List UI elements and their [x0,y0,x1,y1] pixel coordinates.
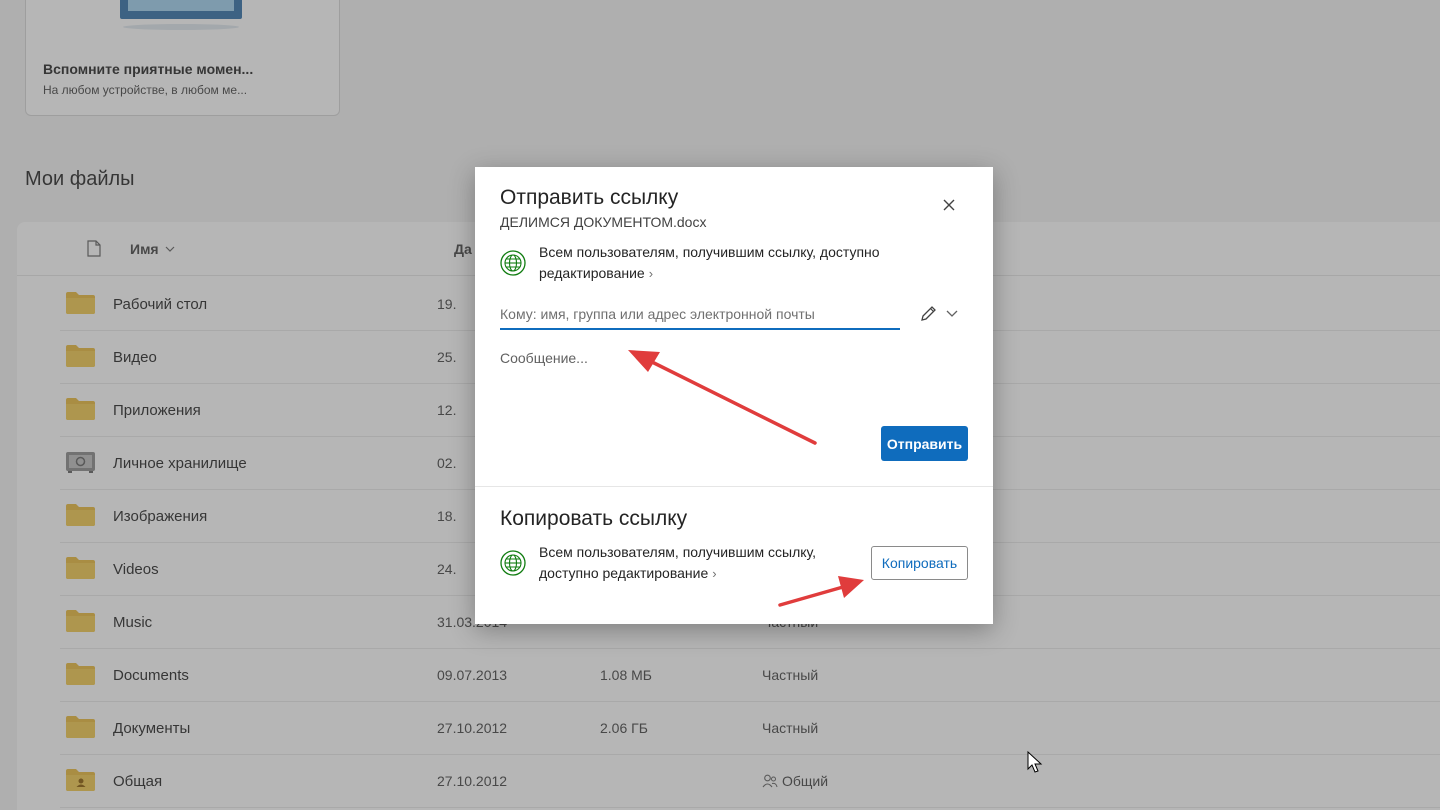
copy-link-permission-settings[interactable]: Всем пользователям, получившим ссылку, д… [539,542,816,584]
link-permission-settings[interactable]: Всем пользователям, получившим ссылку, д… [539,242,880,284]
close-icon[interactable] [940,196,958,214]
permission-text-line2: редактирование [539,265,645,281]
permission-text-line1: Всем пользователям, получившим ссылку, д… [539,244,880,260]
divider [475,486,993,487]
copy-button[interactable]: Копировать [871,546,968,580]
chevron-down-icon[interactable] [945,306,959,320]
pencil-icon[interactable] [919,303,939,323]
chevron-right-icon: › [648,266,654,281]
chevron-right-icon: › [712,566,717,581]
copy-link-title: Копировать ссылку [500,507,688,530]
share-dialog: Отправить ссылку ДЕЛИМСЯ ДОКУМЕНТОМ.docx… [475,167,993,624]
globe-icon [500,550,526,576]
globe-icon [500,250,526,276]
copy-permission-text-line1: Всем пользователям, получившим ссылку, [539,544,817,560]
send-button[interactable]: Отправить [881,426,968,461]
dialog-filename: ДЕЛИМСЯ ДОКУМЕНТОМ.docx [500,214,707,230]
copy-permission-text-line2: доступно редактирование [539,565,709,581]
message-field[interactable] [500,350,968,410]
recipient-input[interactable] [500,300,900,330]
dialog-title: Отправить ссылку [500,186,679,209]
